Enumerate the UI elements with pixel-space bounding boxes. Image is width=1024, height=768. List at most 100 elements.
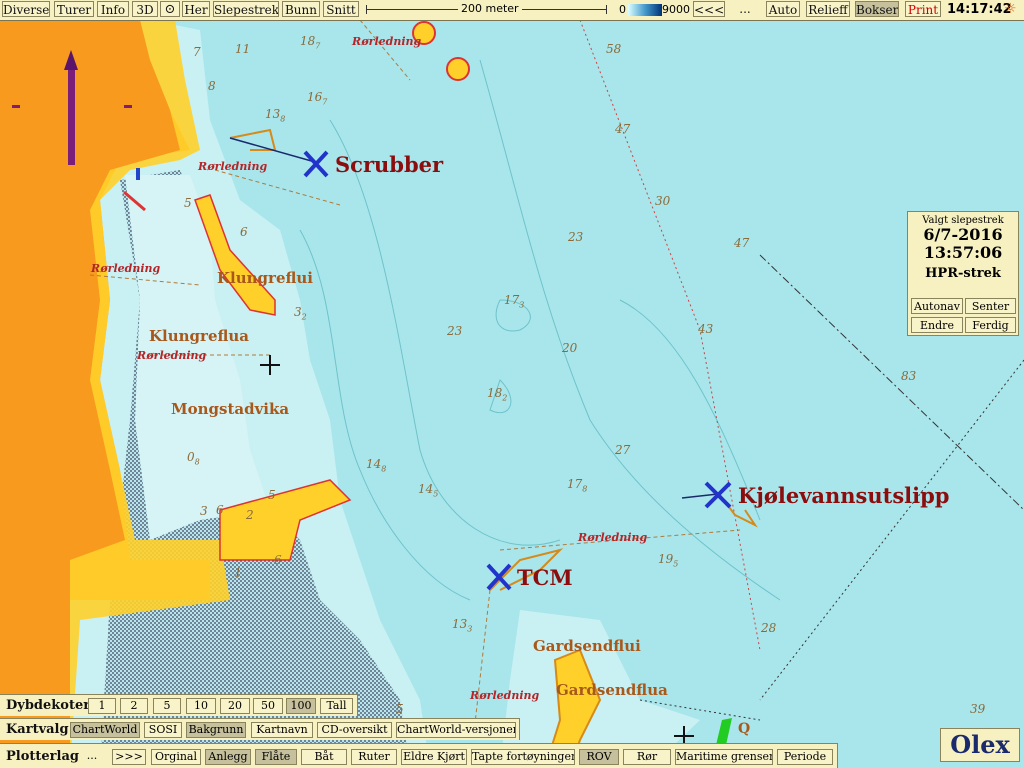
buoy-2 xyxy=(446,57,470,81)
dybde-2[interactable]: 2 xyxy=(120,698,148,714)
sounding: 8 xyxy=(208,79,216,93)
plot-ruter[interactable]: Ruter xyxy=(351,749,397,765)
label-scrubber: Scrubber xyxy=(335,152,444,177)
selected-tow-panel: Valgt slepestrek 6/7-2016 13:57:06 HPR-s… xyxy=(907,211,1019,336)
dots-button[interactable]: ... xyxy=(733,1,757,17)
sounding: 23 xyxy=(447,324,463,338)
sounding-sub: 08 xyxy=(187,450,200,467)
kart-label: Kartvalg xyxy=(6,722,69,737)
q-label: Q xyxy=(738,721,751,737)
depth-min: 0 xyxy=(619,3,626,16)
sounding: 30 xyxy=(655,194,671,208)
dybde-100[interactable]: 100 xyxy=(286,698,316,714)
place-mongstadvika: Mongstadvika xyxy=(171,400,290,418)
relief-button[interactable]: Relieff xyxy=(806,1,850,17)
plot-tapte[interactable]: Tapte fortøyninger xyxy=(471,749,575,765)
sounding-sub: 187 xyxy=(300,34,321,51)
sounding-sub: 138 xyxy=(265,107,286,124)
sounding-sub: 173 xyxy=(504,293,525,310)
dybde-5[interactable]: 5 xyxy=(153,698,181,714)
depth-contour-row: Dybdekoter 1 2 5 10 20 50 100 Tall xyxy=(0,694,358,716)
bokser-button[interactable]: Bokser xyxy=(855,1,899,17)
plotter-layer-row: Plotterlag ... >>> Orginal Anlegg Flåte … xyxy=(0,743,838,768)
place-gardsendflua: Gardsendflua xyxy=(556,681,668,699)
plot-bat[interactable]: Båt xyxy=(301,749,347,765)
sounding: 5 xyxy=(396,702,404,716)
compass-icon[interactable]: ⊙ xyxy=(160,1,180,17)
print-button[interactable]: Print xyxy=(905,1,941,17)
chart-select-row: Kartvalg ChartWorld SOSI Bakgrunn Kartna… xyxy=(0,718,520,740)
dybde-20[interactable]: 20 xyxy=(220,698,250,714)
sounding: 23 xyxy=(568,230,584,244)
plot-periode[interactable]: Periode xyxy=(777,749,833,765)
scale-label: 200 meter xyxy=(458,2,522,15)
menu-turer[interactable]: Turer xyxy=(54,1,94,17)
endre-button[interactable]: Endre xyxy=(911,317,963,333)
plot-ror[interactable]: Rør xyxy=(623,749,671,765)
plot-anlegg[interactable]: Anlegg xyxy=(205,749,251,765)
kart-chartworld-versjoner[interactable]: ChartWorld-versjoner xyxy=(396,722,516,738)
plot-flate[interactable]: Flåte xyxy=(255,749,297,765)
sounding-sub: 195 xyxy=(658,552,679,569)
sounding: 43 xyxy=(698,322,714,336)
plot-label: Plotterlag xyxy=(6,749,79,764)
label-tcm: TCM xyxy=(517,565,573,590)
sounding: 5 xyxy=(268,488,276,502)
dybde-1[interactable]: 1 xyxy=(88,698,116,714)
panel-strek: HPR-strek xyxy=(925,266,1001,281)
autonav-button[interactable]: Autonav xyxy=(911,298,963,314)
sounding: 47 xyxy=(734,236,750,250)
kart-bakgrunn[interactable]: Bakgrunn xyxy=(186,722,246,738)
senter-button[interactable]: Senter xyxy=(965,298,1016,314)
sounding: 47 xyxy=(615,122,631,136)
sounding-sub: 32 xyxy=(294,305,307,322)
olex-logo[interactable]: Olex xyxy=(940,728,1020,762)
sounding: 5 xyxy=(184,196,192,210)
sounding: 7 xyxy=(193,45,201,59)
panel-date: 6/7-2016 xyxy=(923,225,1003,244)
sounding: 11 xyxy=(235,42,251,56)
kart-cd-oversikt[interactable]: CD-oversikt xyxy=(317,722,392,738)
menu-her[interactable]: Her xyxy=(182,1,210,17)
auto-button[interactable]: Auto xyxy=(766,1,800,17)
sounding-sub: 148 xyxy=(366,457,387,474)
menu-slepestrek[interactable]: Slepestrek xyxy=(213,1,279,17)
dybde-tall[interactable]: Tall xyxy=(320,698,353,714)
sounding-sub: 133 xyxy=(452,617,473,634)
menu-diverse[interactable]: Diverse xyxy=(2,1,50,17)
scale-bar: 200 meter xyxy=(366,2,612,18)
panel-time: 13:57:06 xyxy=(923,243,1003,262)
menu-info[interactable]: Info xyxy=(97,1,129,17)
label-kjolevann: Kjølevannsutslipp xyxy=(738,483,950,508)
kart-chartworld[interactable]: ChartWorld xyxy=(70,722,140,738)
sounding: 1 xyxy=(234,566,242,580)
sun-icon[interactable]: ☼ xyxy=(1004,2,1017,17)
plot-eldre-kjort[interactable]: Eldre Kjørt xyxy=(401,749,467,765)
blue-mark xyxy=(136,168,140,180)
menu-3d[interactable]: 3D xyxy=(132,1,158,17)
top-toolbar: Diverse Turer Info 3D ⊙ Her Slepestrek B… xyxy=(0,0,1024,21)
sounding: 28 xyxy=(761,621,777,635)
kart-sosi[interactable]: SOSI xyxy=(144,722,182,738)
plot-maritime[interactable]: Maritime grenser xyxy=(675,749,773,765)
pipe-label-5: Rørledning xyxy=(578,531,648,544)
plot-rov[interactable]: ROV xyxy=(579,749,619,765)
place-klungreflui: Klungreflui xyxy=(217,269,313,287)
pipe-label-1: Rørledning xyxy=(352,35,422,48)
sounding: 2 xyxy=(246,508,254,522)
kart-kartnavn[interactable]: Kartnavn xyxy=(251,722,313,738)
sounding: 27 xyxy=(615,443,631,457)
chart-map[interactable] xyxy=(0,0,1024,768)
pipe-label-3: Rørledning xyxy=(91,262,161,275)
menu-snitt[interactable]: Snitt xyxy=(323,1,359,17)
dybde-50[interactable]: 50 xyxy=(253,698,283,714)
dybde-10[interactable]: 10 xyxy=(186,698,216,714)
plot-forward[interactable]: >>> xyxy=(112,749,146,765)
plot-orginal[interactable]: Orginal xyxy=(151,749,201,765)
ferdig-button[interactable]: Ferdig xyxy=(965,317,1016,333)
menu-bunn[interactable]: Bunn xyxy=(282,1,320,17)
dybde-label: Dybdekoter xyxy=(6,698,91,713)
sounding: 6 xyxy=(274,553,282,567)
plot-more[interactable]: ... xyxy=(78,749,106,765)
back-button[interactable]: <<< xyxy=(693,1,725,17)
